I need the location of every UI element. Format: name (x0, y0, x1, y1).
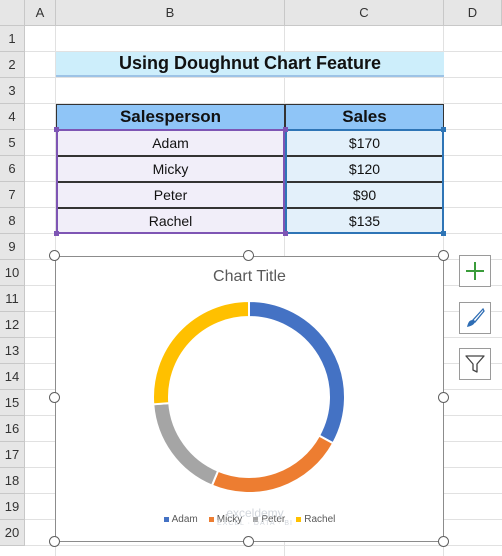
row-gridline (25, 545, 502, 546)
row-header[interactable]: 3 (0, 78, 25, 104)
cell-sales[interactable]: $120 (285, 156, 444, 182)
cell-salesperson[interactable]: Micky (56, 156, 285, 182)
row-header[interactable]: 9 (0, 234, 25, 260)
legend-swatch (296, 517, 302, 522)
legend-label: Peter (261, 514, 286, 525)
legend-item-adam[interactable]: Adam (163, 514, 198, 525)
legend-label: Adam (171, 514, 198, 525)
chart-resize-handle[interactable] (438, 536, 449, 547)
chart-resize-handle[interactable] (49, 250, 60, 261)
row-header[interactable]: 8 (0, 208, 25, 234)
row-header[interactable]: 2 (0, 52, 25, 78)
chart-resize-handle[interactable] (243, 536, 254, 547)
cell-sales[interactable]: $170 (285, 130, 444, 156)
chart-legend[interactable]: Adam Micky Peter Rachel (56, 514, 443, 525)
cell-sales[interactable]: $135 (285, 208, 444, 234)
chart-resize-handle[interactable] (49, 392, 60, 403)
row-header[interactable]: 13 (0, 338, 25, 364)
row-header[interactable]: 16 (0, 416, 25, 442)
chart-resize-handle[interactable] (438, 392, 449, 403)
row-header[interactable]: 20 (0, 520, 25, 546)
row-header[interactable]: 10 (0, 260, 25, 286)
range-resize-handle[interactable] (283, 231, 288, 236)
doughnut-plot (152, 299, 346, 494)
chart-styles-button[interactable] (459, 302, 491, 334)
row-header[interactable]: 1 (0, 26, 25, 52)
chart-elements-button[interactable] (459, 255, 491, 287)
chart-resize-handle[interactable] (49, 536, 60, 547)
row-header[interactable]: 17 (0, 442, 25, 468)
range-resize-handle[interactable] (283, 127, 288, 132)
sheet-title[interactable]: Using Doughnut Chart Feature (56, 52, 444, 77)
row-header[interactable]: 12 (0, 312, 25, 338)
row-header[interactable]: 14 (0, 364, 25, 390)
header-salesperson[interactable]: Salesperson (56, 104, 285, 130)
cell-salesperson[interactable]: Rachel (56, 208, 285, 234)
column-header-d[interactable]: D (444, 0, 502, 26)
legend-label: Rachel (304, 514, 336, 525)
cell-sales[interactable]: $90 (285, 182, 444, 208)
doughnut-slice-micky[interactable] (210, 434, 335, 494)
row-header[interactable]: 15 (0, 390, 25, 416)
range-resize-handle[interactable] (441, 127, 446, 132)
row-header[interactable]: 6 (0, 156, 25, 182)
legend-swatch (208, 517, 214, 522)
legend-label: Micky (216, 514, 243, 525)
cell-salesperson[interactable]: Peter (56, 182, 285, 208)
chart-filters-button[interactable] (459, 348, 491, 380)
doughnut-slice-rachel[interactable] (152, 299, 250, 406)
doughnut-slice-peter[interactable] (152, 402, 220, 487)
range-resize-handle[interactable] (54, 231, 59, 236)
column-header-a[interactable]: A (25, 0, 56, 26)
row-gridline (25, 77, 502, 78)
legend-item-rachel[interactable]: Rachel (296, 514, 335, 525)
legend-item-micky[interactable]: Micky (208, 514, 243, 525)
row-header[interactable]: 11 (0, 286, 25, 312)
row-header[interactable]: 5 (0, 130, 25, 156)
legend-swatch (163, 517, 169, 522)
doughnut-chart[interactable]: Chart Title Adam Micky Peter Rachel (55, 256, 444, 542)
select-all-corner[interactable] (0, 0, 25, 26)
range-resize-handle[interactable] (54, 127, 59, 132)
row-header[interactable]: 7 (0, 182, 25, 208)
chart-resize-handle[interactable] (243, 250, 254, 261)
plus-icon (466, 262, 484, 280)
row-header[interactable]: 4 (0, 104, 25, 130)
cell-salesperson[interactable]: Adam (56, 130, 285, 156)
column-header-b[interactable]: B (56, 0, 285, 26)
filter-icon (465, 355, 485, 373)
range-resize-handle[interactable] (441, 231, 446, 236)
legend-swatch (253, 517, 259, 522)
row-header[interactable]: 19 (0, 494, 25, 520)
row-header[interactable]: 18 (0, 468, 25, 494)
column-header-c[interactable]: C (285, 0, 444, 26)
legend-item-peter[interactable]: Peter (253, 514, 285, 525)
brush-icon (467, 307, 485, 327)
chart-resize-handle[interactable] (438, 250, 449, 261)
spreadsheet: A B C D 1 2 3 4 5 6 7 8 9 10 11 12 13 14 15 16 17 18 19 20 … (0, 0, 502, 556)
header-sales[interactable]: Sales (285, 104, 444, 130)
doughnut-slice-adam[interactable] (248, 299, 346, 445)
